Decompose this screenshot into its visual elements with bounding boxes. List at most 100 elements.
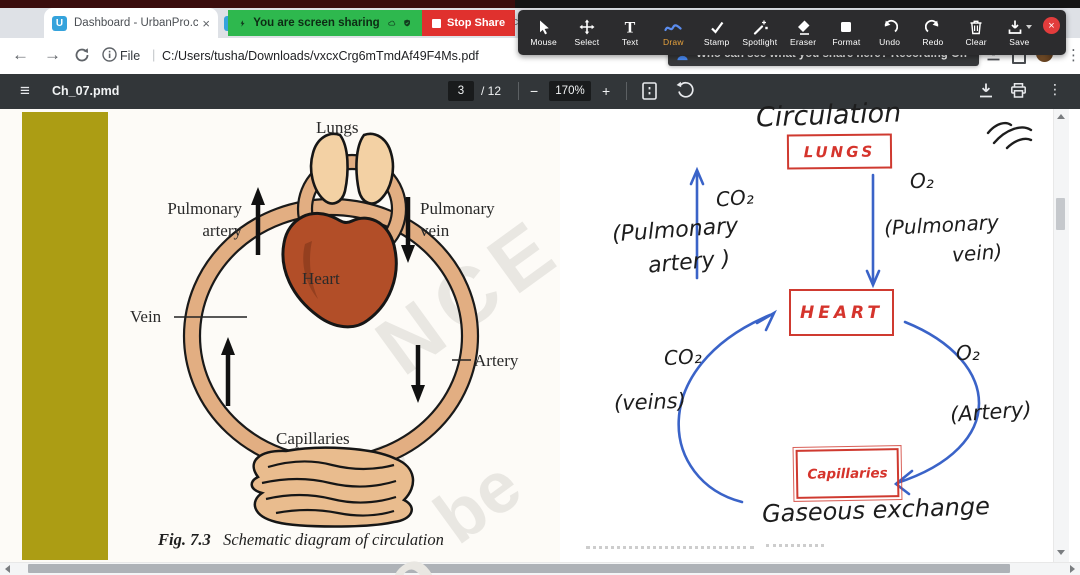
screen: U Dashboard - UrbanPro.com × U o.cc You … — [0, 0, 1080, 575]
scroll-right-icon[interactable] — [1070, 565, 1075, 573]
pdf-menu-icon[interactable]: ≡ — [20, 81, 30, 101]
tool-label: Save — [1009, 36, 1030, 47]
url-text[interactable]: C:/Users/tusha/Downloads/vxcxCrg6mTmdAf4… — [162, 49, 479, 63]
eraser-icon — [798, 20, 810, 35]
screen-share-status: You are screen sharing — [228, 10, 422, 36]
check-icon — [710, 21, 724, 34]
shield-check-icon — [404, 19, 410, 27]
tool-redo[interactable]: Redo — [911, 19, 954, 47]
square-icon — [841, 21, 852, 32]
rotate-icon[interactable] — [676, 81, 695, 100]
figure-caption: Fig. 7.3 Schematic diagram of circulatio… — [158, 530, 444, 550]
tool-eraser[interactable]: Eraser — [782, 19, 825, 47]
label-pulmonary-vein: Pulmonary vein — [420, 198, 495, 242]
page-total: / 12 — [481, 84, 502, 98]
reload-icon[interactable] — [74, 47, 90, 63]
caption-number: Fig. 7.3 — [158, 530, 211, 549]
urbanpro-favicon: U — [52, 15, 67, 31]
label-heart: Heart — [302, 269, 340, 288]
label-vein: Vein — [130, 307, 162, 326]
tool-mouse[interactable]: Mouse — [522, 19, 565, 47]
share-banner-text: You are screen sharing — [253, 17, 380, 29]
scribble-icon — [664, 23, 682, 31]
pdf-menu-dots-icon[interactable]: ⋮ — [1048, 81, 1062, 98]
tool-label: Stamp — [703, 36, 730, 47]
tool-label: Text — [621, 36, 639, 47]
note-o2-upper: O₂ — [910, 169, 934, 193]
tool-draw[interactable]: Draw — [652, 19, 695, 47]
note-pulmonary-vein-2: vein) — [951, 239, 1003, 267]
info-icon[interactable] — [102, 47, 117, 62]
back-icon[interactable]: ← — [12, 45, 29, 65]
pdf-download-icon[interactable] — [978, 82, 994, 99]
redo-icon — [924, 19, 939, 32]
label-line: Pulmonary — [167, 199, 242, 218]
label-line: vein — [420, 221, 450, 240]
share-flash-icon — [240, 19, 245, 27]
label-pulmonary-artery: Pulmonary artery — [146, 198, 242, 242]
save-dropdown-chevron-icon[interactable] — [1025, 24, 1032, 29]
tool-save[interactable]: Save — [998, 19, 1041, 47]
tool-stamp[interactable]: Stamp — [695, 19, 738, 47]
toolbar-divider — [518, 82, 519, 100]
browser-menu-icon[interactable]: ⋮ — [1066, 46, 1080, 64]
tool-label: Undo — [879, 36, 901, 47]
tool-spotlight[interactable]: Spotlight — [738, 19, 781, 47]
tool-label: Select — [574, 36, 600, 47]
horizontal-scrollbar-thumb[interactable] — [28, 564, 1010, 573]
label-line: Pulmonary — [420, 199, 495, 218]
tool-label: Redo — [922, 36, 944, 47]
caption-text: Schematic diagram of circulation — [223, 530, 444, 549]
pdf-title: Ch_07.pmd — [52, 84, 120, 98]
tool-label: Eraser — [790, 36, 817, 47]
tool-label: Clear — [965, 36, 987, 47]
wand-icon — [753, 20, 768, 35]
zoom-in-button[interactable]: + — [602, 83, 610, 99]
note-co2-upper: CO₂ — [715, 184, 755, 212]
fit-page-icon[interactable] — [641, 81, 658, 101]
cloud-icon — [388, 20, 395, 26]
tool-undo[interactable]: Undo — [868, 19, 911, 47]
text-icon: T — [625, 19, 636, 35]
blurred-text-marks — [766, 544, 824, 547]
tool-select[interactable]: Select — [565, 19, 608, 47]
note-o2-lower: O₂ — [956, 341, 980, 365]
tool-text[interactable]: T Text — [609, 19, 652, 47]
move-icon — [579, 19, 595, 34]
url-separator: | — [152, 47, 156, 62]
tool-clear[interactable]: Clear — [955, 19, 998, 47]
tab-title: Dashboard - UrbanPro.com — [74, 17, 199, 29]
url-scheme[interactable]: File — [120, 49, 140, 63]
screen-share-banner: You are screen sharing Stop Share — [228, 10, 516, 36]
zoom-out-button[interactable]: − — [530, 83, 538, 99]
save-icon — [1008, 20, 1022, 34]
tool-label: Format — [832, 36, 861, 47]
tab-close-icon[interactable]: × — [202, 16, 210, 31]
tool-format[interactable]: Format — [825, 19, 868, 47]
tool-label: Spotlight — [742, 36, 778, 47]
tool-label: Mouse — [530, 36, 557, 47]
label-lungs: Lungs — [316, 118, 359, 137]
blurred-text-marks — [586, 546, 754, 549]
stop-square-icon — [432, 18, 441, 28]
note-box-heart: HEART — [789, 289, 894, 336]
pdf-toolbar — [0, 74, 1080, 109]
undo-icon — [884, 19, 898, 32]
note-title: Circulation — [755, 97, 902, 134]
cursor-icon — [539, 20, 549, 34]
note-veins: (veins) — [613, 388, 687, 416]
annotation-toolbar: Mouse Select T Text Draw Stamp Spotlight… — [518, 10, 1066, 55]
label-artery: Artery — [474, 351, 519, 370]
tab-dashboard[interactable]: U Dashboard - UrbanPro.com × — [44, 8, 218, 38]
note-box-lungs: LUNGS — [786, 133, 893, 170]
zoom-level[interactable]: 170% — [549, 81, 591, 101]
scroll-left-icon[interactable] — [5, 565, 10, 573]
forward-icon[interactable]: → — [44, 45, 61, 65]
annotation-close-button[interactable]: × — [1043, 17, 1060, 34]
note-co2-lower: CO₂ — [663, 343, 703, 371]
page-number-input[interactable]: 3 — [448, 81, 474, 101]
trash-icon — [970, 20, 982, 34]
stop-share-button[interactable]: Stop Share — [422, 10, 516, 36]
print-icon[interactable] — [1010, 82, 1027, 99]
label-line: artery — [202, 221, 242, 240]
